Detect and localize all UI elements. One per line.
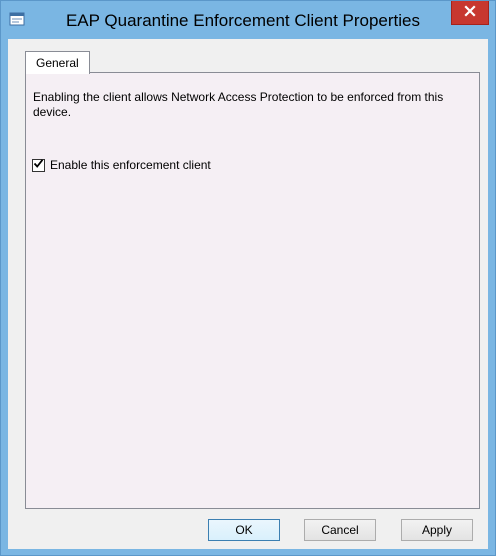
- ok-button[interactable]: OK: [208, 519, 280, 541]
- enable-client-checkbox[interactable]: [32, 156, 45, 174]
- properties-dialog: EAP Quarantine Enforcement Client Proper…: [0, 0, 496, 556]
- window-title: EAP Quarantine Enforcement Client Proper…: [65, 11, 421, 30]
- description-text: Enabling the client allows Network Acces…: [33, 90, 444, 119]
- title-bar[interactable]: EAP Quarantine Enforcement Client Proper…: [1, 1, 495, 39]
- close-icon: [464, 4, 476, 22]
- enable-client-checkbox-row[interactable]: Enable this enforcement client: [32, 157, 211, 173]
- dialog-body: General Enabling the client allows Netwo…: [8, 39, 488, 549]
- tab-general[interactable]: General: [25, 51, 90, 74]
- cancel-button[interactable]: Cancel: [304, 519, 376, 541]
- apply-button[interactable]: Apply: [401, 519, 473, 541]
- enable-client-label: Enable this enforcement client: [50, 158, 211, 172]
- general-tab-panel: Enabling the client allows Network Acces…: [25, 72, 480, 509]
- checkmark-icon: [33, 156, 44, 174]
- properties-icon: [9, 11, 25, 27]
- close-button[interactable]: [451, 1, 489, 25]
